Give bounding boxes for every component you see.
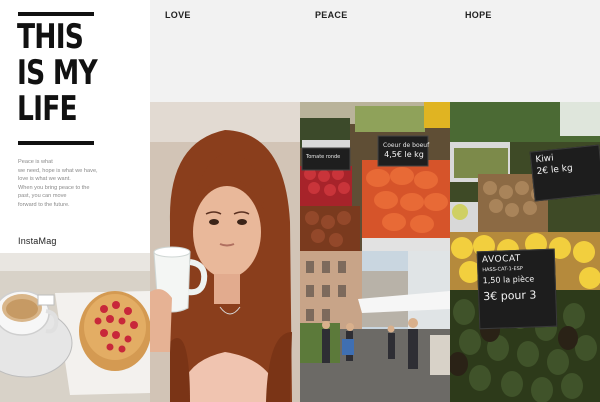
market-stall-illustration: Coeur de boeuf Tomate ronde <box>300 102 450 251</box>
kiwi-price-board: Kiwi 2€ le kg <box>529 144 600 202</box>
coffee-cake-photo[interactable] <box>0 253 150 402</box>
hope-header[interactable]: HOPE <box>450 0 600 102</box>
market-price-sign: 4,5€ le kg <box>384 150 424 159</box>
market-stall-photo[interactable]: Coeur de boeuf Tomate ronde 4,5€ le kg <box>300 102 450 251</box>
avocat-bulk-price-line: 3€ pour 3 <box>483 288 537 304</box>
quote-line: past, you can move <box>18 193 67 200</box>
title-line: IS MY <box>17 53 98 93</box>
selfie-photo[interactable] <box>150 102 300 402</box>
fruit-stall-photo[interactable]: Kiwi 2€ le kg AVOCAT HASS-CAT-1-ESP 1,50… <box>450 102 600 402</box>
street-market-photo[interactable] <box>300 251 450 402</box>
title-panel: THIS IS MY LIFE Peace is what we need, h… <box>0 0 150 253</box>
brand-label: InstaMag <box>18 236 57 246</box>
love-label: LOVE <box>165 10 191 20</box>
quote-line: forward to the future. <box>18 201 70 208</box>
title-line: LIFE <box>17 89 78 129</box>
coffee-cake-illustration <box>0 253 150 402</box>
quote-text: Peace is what we need, hope is what we h… <box>18 158 138 210</box>
quote-line: we need, hope is what we have, <box>18 167 98 174</box>
title-bottom-rule <box>18 141 94 145</box>
love-header[interactable]: LOVE <box>150 0 300 102</box>
photo-collage: THIS IS MY LIFE Peace is what we need, h… <box>0 0 600 402</box>
title-top-rule <box>18 12 94 16</box>
hope-label: HOPE <box>465 10 492 20</box>
selfie-illustration <box>150 102 300 402</box>
quote-line: Peace is what <box>18 159 53 165</box>
street-market-illustration <box>300 251 450 402</box>
quote-line: When you bring peace to the <box>18 184 90 191</box>
svg-text:Tomate ronde: Tomate ronde <box>305 154 340 160</box>
peace-label: PEACE <box>315 10 348 20</box>
quote-line: love is what we want. <box>18 176 71 183</box>
collage-title: THIS IS MY LIFE <box>17 19 115 127</box>
avocat-price-board: AVOCAT HASS-CAT-1-ESP 1,50 la pièce 3€ p… <box>476 248 558 330</box>
title-line: THIS <box>17 17 84 57</box>
peace-header[interactable]: PEACE <box>300 0 450 102</box>
